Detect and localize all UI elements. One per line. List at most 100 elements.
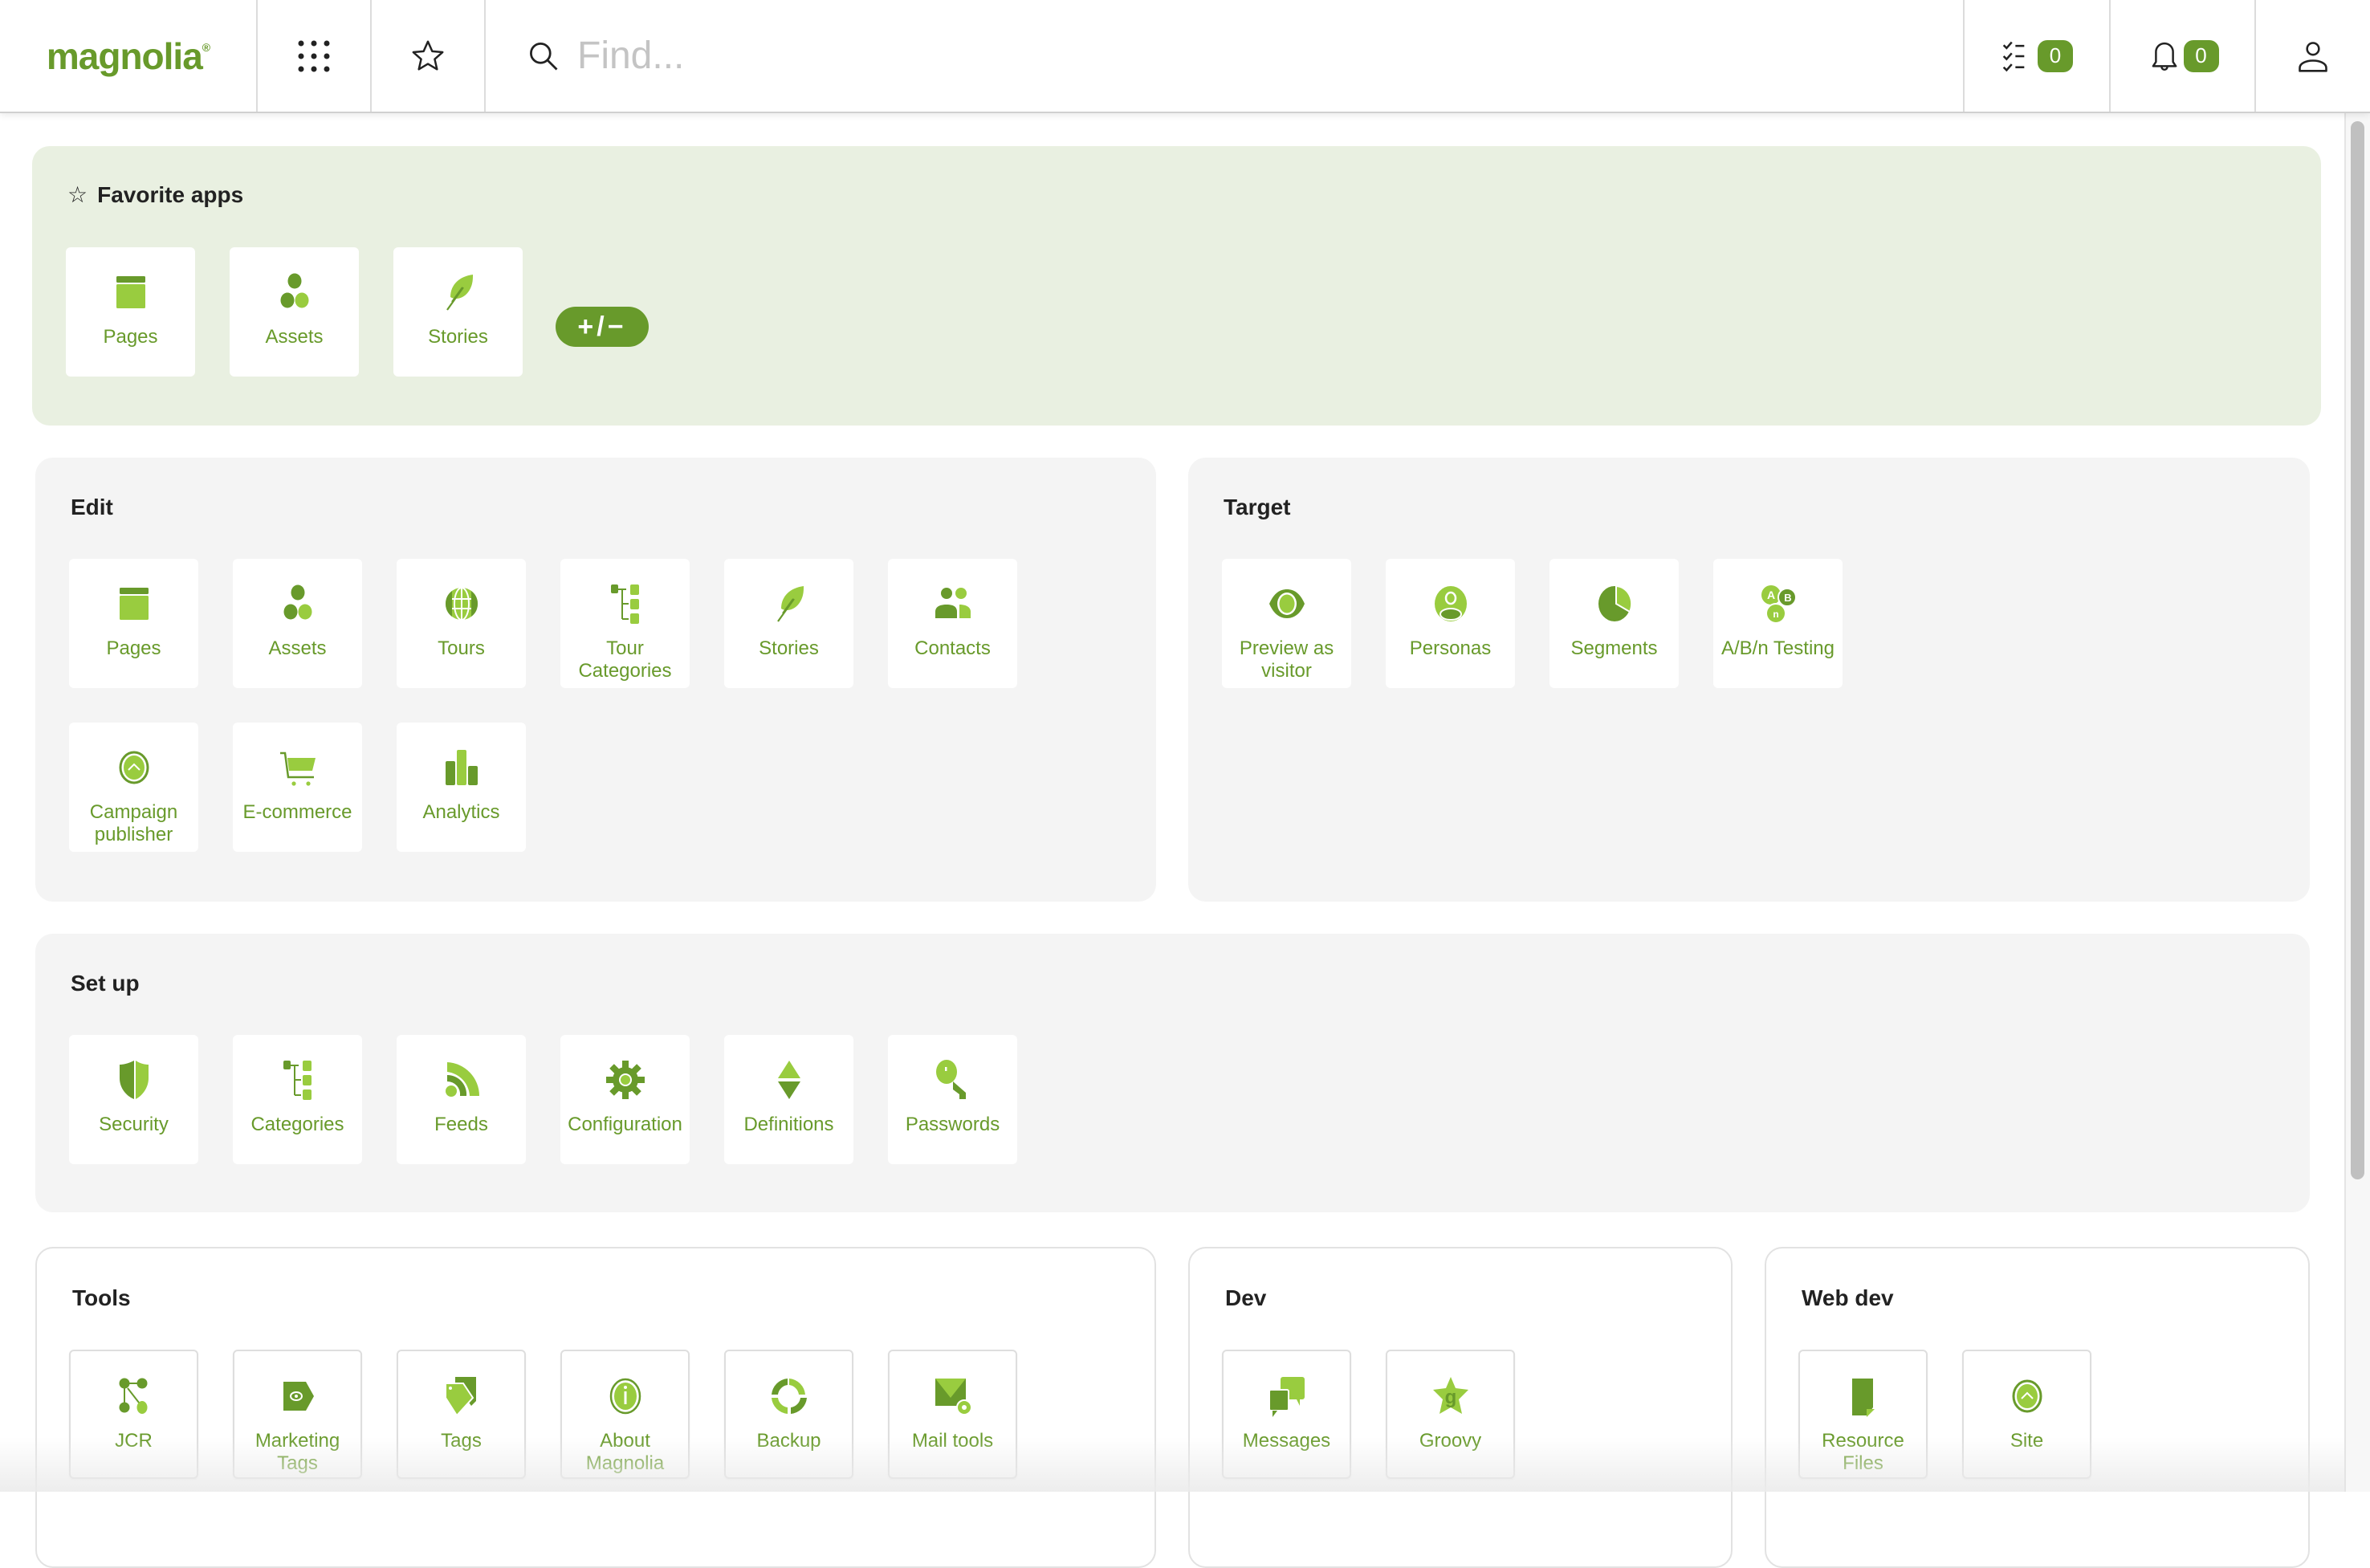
favorites-button[interactable] [372, 0, 486, 112]
svg-text:A: A [1766, 589, 1774, 601]
app-tile-label: Personas [1409, 637, 1492, 659]
search-icon [530, 42, 558, 70]
app-tile-label: JCR [115, 1430, 153, 1452]
feed-icon [445, 1062, 479, 1097]
favorite-apps-list: Pages Assets Stories [66, 247, 523, 377]
app-tile-tour-categories[interactable]: Tour Categories [560, 559, 690, 688]
star-icon: ☆ [67, 182, 88, 207]
abn-icon: A Bn [1761, 585, 1797, 624]
svg-text:n: n [1773, 609, 1778, 620]
app-tile-contacts[interactable]: Contacts [888, 559, 1017, 688]
cart-icon [279, 751, 316, 786]
webdev-group-panel: Web dev Resource Files Site [1765, 1247, 2310, 1568]
registered-mark: ® [202, 40, 210, 54]
app-tile-label: Tour Categories [578, 637, 672, 682]
favorite-apps-panel: ☆ Favorite apps Pages Assets Stories +/− [32, 146, 2321, 426]
app-tile-tags[interactable]: Tags [397, 1350, 526, 1479]
app-tile-label: About Magnolia [585, 1430, 665, 1474]
app-tile-campaign-publisher[interactable]: Campaign publisher [69, 723, 198, 852]
app-tile-security[interactable]: Security [69, 1035, 198, 1164]
shield-icon [119, 1061, 149, 1099]
app-tile-segments[interactable]: Segments [1549, 559, 1679, 688]
key-icon [935, 1060, 966, 1099]
app-tile-label: E-commerce [242, 801, 352, 823]
backup-icon [771, 1379, 807, 1414]
favorites-title: Favorite apps [97, 181, 244, 207]
logo-text: magnolia [46, 35, 203, 77]
app-tile-a-b-n-testing[interactable]: A Bn A/B/n Testing [1713, 559, 1843, 688]
app-launcher-button[interactable] [258, 0, 372, 112]
app-tile-label: Campaign publisher [89, 801, 178, 845]
app-tile-label: Pages [106, 637, 161, 659]
app-tile-feeds[interactable]: Feeds [397, 1035, 526, 1164]
scrollbar-thumb[interactable] [2351, 121, 2364, 1179]
app-tile-jcr[interactable]: JCR [69, 1350, 198, 1479]
pie-icon [1598, 584, 1632, 621]
svg-text:B: B [1784, 592, 1791, 604]
app-tile-label: Assets [265, 326, 324, 348]
search-input[interactable] [576, 33, 1863, 79]
analytics-icon [445, 750, 478, 785]
app-tile-label: Resource Files [1822, 1430, 1904, 1474]
app-tile-site[interactable]: Site [1962, 1350, 2091, 1479]
app-tile-e-commerce[interactable]: E-commerce [233, 723, 362, 852]
app-tile-stories[interactable]: Stories [393, 247, 523, 377]
app-tile-pages[interactable]: Pages [66, 247, 195, 377]
campaign-icon [119, 751, 149, 784]
tools-apps-list: JCR Marketing Tags Tags About Magnolia Backu… [69, 1350, 1017, 1479]
assets-icon [280, 273, 308, 308]
app-tile-about-magnolia[interactable]: About Magnolia [560, 1350, 690, 1479]
app-tile-assets[interactable]: Assets [233, 559, 362, 688]
eye-icon [1268, 589, 1305, 618]
app-tile-label: Tours [438, 637, 485, 659]
edit-group-title: Edit [71, 495, 113, 519]
app-tile-groovy[interactable]: g Groovy [1386, 1350, 1515, 1479]
app-tile-personas[interactable]: Personas [1386, 559, 1515, 688]
assets-icon [283, 584, 312, 620]
globe-icon [445, 587, 478, 621]
app-tile-label: Contacts [914, 637, 991, 659]
tree-icon [610, 584, 639, 624]
app-tile-label: Passwords [905, 1114, 1000, 1135]
notifications-button[interactable]: 0 [2109, 0, 2254, 112]
app-tile-configuration[interactable]: Configuration [560, 1035, 690, 1164]
dev-group-title: Dev [1225, 1285, 1267, 1310]
vertical-scrollbar[interactable] [2344, 113, 2370, 1492]
user-icon [2299, 41, 2327, 72]
app-tile-mail-tools[interactable]: Mail tools [888, 1350, 1017, 1479]
app-tile-label: Stories [759, 637, 819, 659]
target-group-panel: Target Preview as visitor Personas Segment… [1188, 458, 2310, 902]
edit-favorites-button[interactable]: +/− [556, 307, 649, 347]
bell-icon [2152, 42, 2177, 71]
app-tile-analytics[interactable]: Analytics [397, 723, 526, 852]
app-tile-assets[interactable]: Assets [230, 247, 359, 377]
app-tile-messages[interactable]: Messages [1222, 1350, 1351, 1479]
app-tile-tours[interactable]: Tours [397, 559, 526, 688]
mail-icon [935, 1379, 972, 1415]
stories-icon [776, 586, 804, 622]
star-icon [412, 40, 444, 71]
app-tile-pages[interactable]: Pages [69, 559, 198, 688]
user-menu-button[interactable] [2254, 0, 2370, 112]
app-tile-backup[interactable]: Backup [724, 1350, 853, 1479]
app-tile-marketing-tags[interactable]: Marketing Tags [233, 1350, 362, 1479]
tasks-button[interactable]: 0 [1963, 0, 2109, 112]
app-tile-categories[interactable]: Categories [233, 1035, 362, 1164]
definitions-icon [777, 1061, 800, 1099]
magnolia-logo[interactable]: magnolia® [0, 0, 258, 112]
app-tile-label: Tags [441, 1430, 482, 1452]
app-tile-resource-files[interactable]: Resource Files [1798, 1350, 1928, 1479]
search-bar[interactable] [486, 0, 1963, 112]
app-tile-label: Segments [1570, 637, 1658, 659]
app-tile-preview-as-visitor[interactable]: Preview as visitor [1222, 559, 1351, 688]
app-tile-stories[interactable]: Stories [724, 559, 853, 688]
app-tile-label: Preview as visitor [1239, 637, 1334, 682]
app-tile-label: Messages [1242, 1430, 1331, 1452]
app-tile-definitions[interactable]: Definitions [724, 1035, 853, 1164]
app-tile-label: Feeds [434, 1114, 488, 1135]
webdev-group-title: Web dev [1802, 1285, 1894, 1310]
app-tile-passwords[interactable]: Passwords [888, 1035, 1017, 1164]
marketing-tag-icon [283, 1382, 314, 1411]
tree-icon [283, 1061, 312, 1100]
grid-dots-icon [298, 40, 330, 71]
